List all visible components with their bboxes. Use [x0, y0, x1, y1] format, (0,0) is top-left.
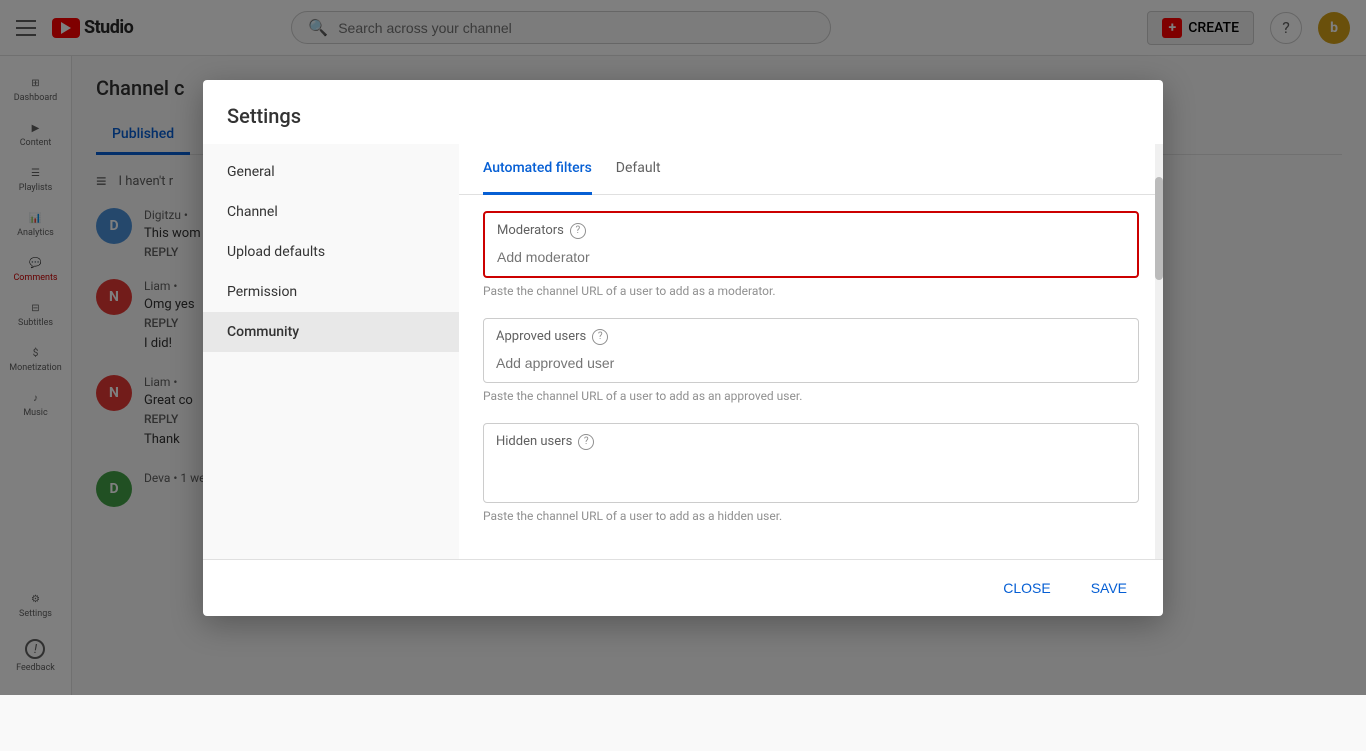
tab-default[interactable]: Default [616, 144, 661, 195]
approved-users-label: Approved users ? [496, 329, 1126, 345]
approved-users-hint: Paste the channel URL of a user to add a… [483, 389, 1139, 403]
settings-dialog: Settings General Channel Upload defaults… [203, 80, 1163, 616]
approved-users-group: Approved users ? Paste the channel URL o… [483, 318, 1139, 403]
moderators-hint: Paste the channel URL of a user to add a… [483, 284, 1139, 298]
settings-tabs: Automated filters Default [459, 144, 1163, 195]
approved-users-help-icon[interactable]: ? [592, 329, 608, 345]
moderators-label: Moderators ? [497, 223, 1125, 239]
dialog-header: Settings [203, 80, 1163, 144]
dialog-body: General Channel Upload defaults Permissi… [203, 144, 1163, 559]
scroll-thumb[interactable] [1155, 177, 1163, 281]
settings-nav-upload-defaults[interactable]: Upload defaults [203, 232, 459, 272]
settings-scroll-area: Moderators ? Paste the channel URL of a … [459, 195, 1163, 559]
close-button[interactable]: CLOSE [991, 572, 1062, 604]
tab-automated-filters[interactable]: Automated filters [483, 144, 592, 195]
scroll-track [1155, 144, 1163, 559]
moderators-help-icon[interactable]: ? [570, 223, 586, 239]
hidden-users-label: Hidden users ? [496, 434, 1126, 450]
hidden-users-group: Hidden users ? Paste the channel URL of … [483, 423, 1139, 523]
moderators-group: Moderators ? Paste the channel URL of a … [483, 211, 1139, 298]
hidden-users-field-box: Hidden users ? [483, 423, 1139, 503]
settings-nav-permission[interactable]: Permission [203, 272, 459, 312]
settings-nav-channel[interactable]: Channel [203, 192, 459, 232]
save-button[interactable]: SAVE [1079, 572, 1139, 604]
hidden-users-help-icon[interactable]: ? [578, 434, 594, 450]
settings-nav-general[interactable]: General [203, 152, 459, 192]
settings-nav-community[interactable]: Community [203, 312, 459, 352]
dialog-title: Settings [227, 104, 1139, 128]
approved-users-field-box: Approved users ? [483, 318, 1139, 383]
moderators-input[interactable] [497, 249, 1125, 265]
dialog-footer: CLOSE SAVE [203, 559, 1163, 616]
approved-users-input[interactable] [496, 355, 1126, 371]
hidden-users-hint: Paste the channel URL of a user to add a… [483, 509, 1139, 523]
settings-nav: General Channel Upload defaults Permissi… [203, 144, 459, 559]
settings-content-area: Automated filters Default Moderators ? P… [459, 144, 1163, 559]
moderators-field-box: Moderators ? [483, 211, 1139, 278]
